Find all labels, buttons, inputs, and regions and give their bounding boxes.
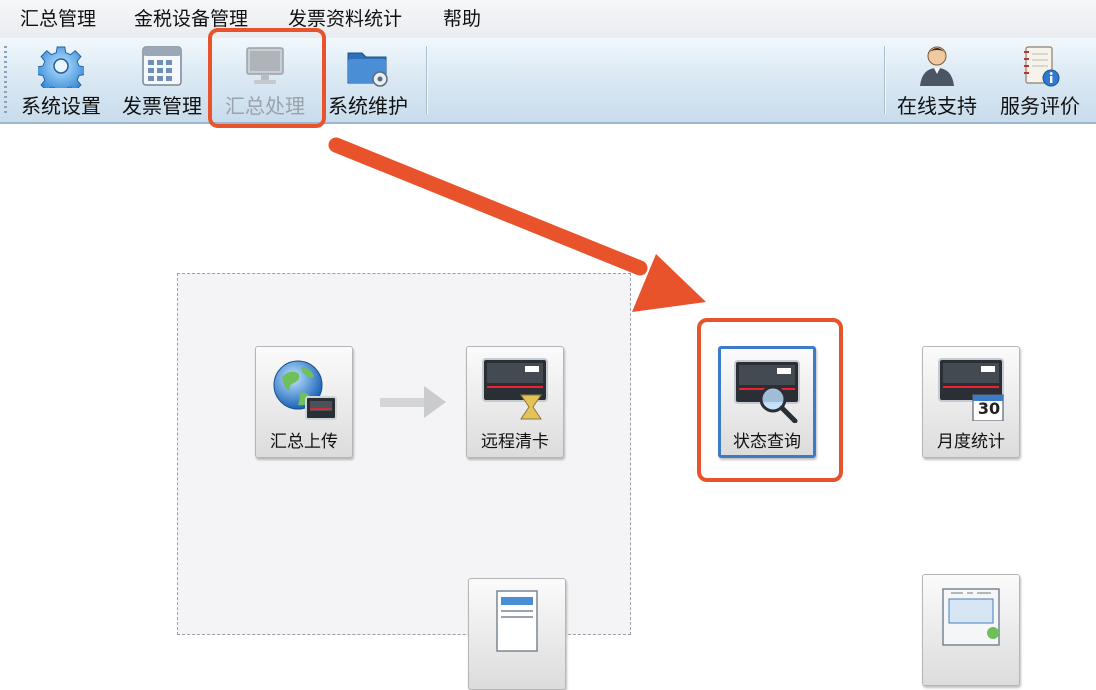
summary-upload-label: 汇总上传 — [270, 432, 338, 452]
monthly-statistics-button[interactable]: 30 月度统计 — [922, 346, 1020, 458]
monthly-statistics-label: 月度统计 — [937, 432, 1005, 452]
globe-card-icon — [273, 360, 337, 420]
document-icon — [496, 590, 538, 652]
document-list-button[interactable] — [468, 578, 566, 690]
invoice-form-button[interactable] — [922, 574, 1020, 686]
calendar-day-number: 30 — [977, 399, 1001, 418]
remote-clear-card-label: 远程清卡 — [481, 432, 549, 452]
card-hourglass-icon — [482, 358, 548, 420]
arrow-right-icon — [380, 386, 446, 418]
summary-upload-button[interactable]: 汇总上传 — [255, 346, 353, 458]
remote-clear-card-button[interactable]: 远程清卡 — [466, 346, 564, 458]
invoice-form-icon — [942, 588, 1000, 646]
highlight-status-query — [697, 318, 843, 482]
